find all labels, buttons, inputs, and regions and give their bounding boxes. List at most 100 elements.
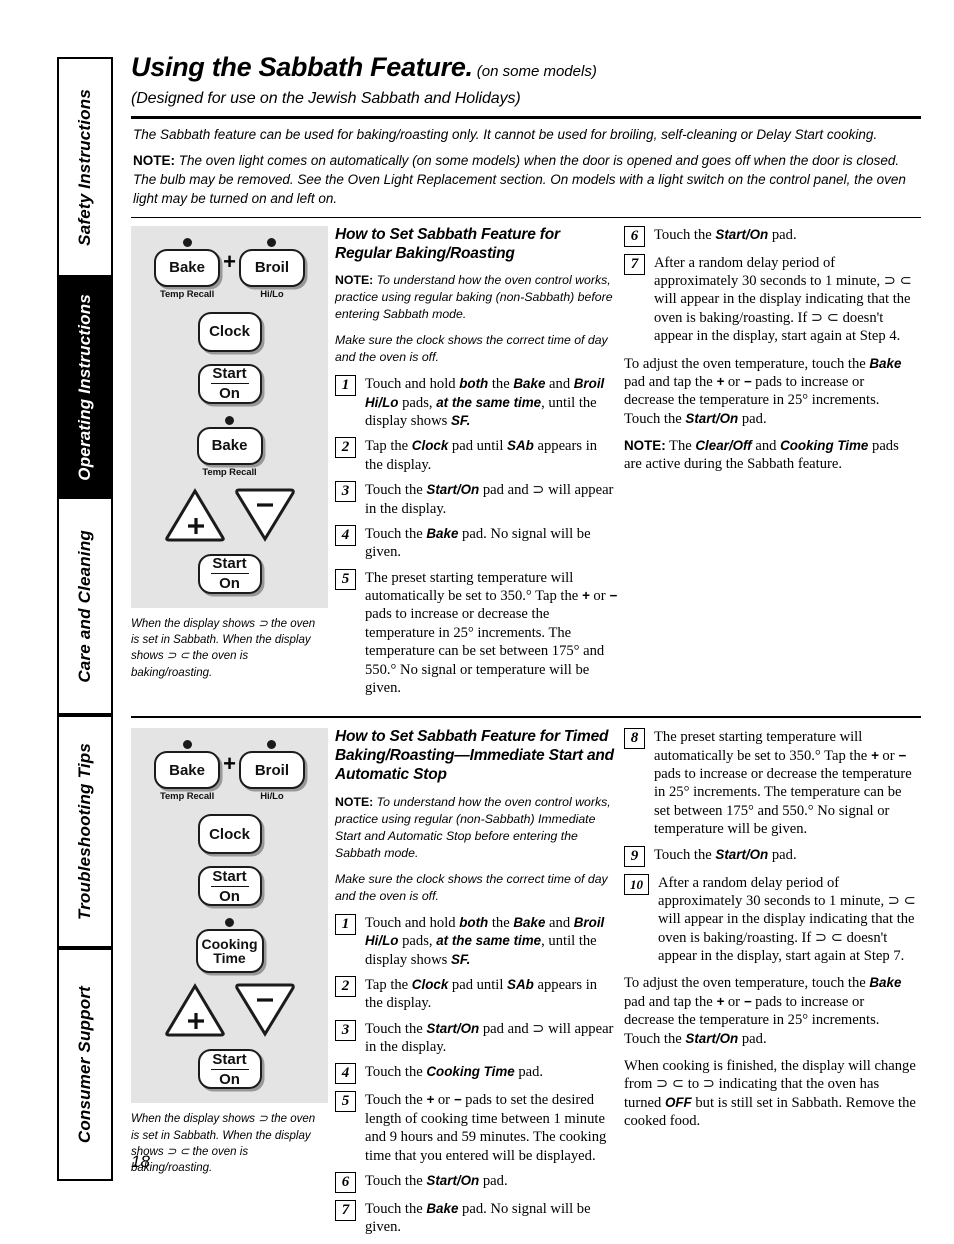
- step-text: The preset starting temperature will aut…: [365, 569, 618, 696]
- section1-paragraph-2: NOTE: The Clear/Off and Cooking Time pad…: [624, 438, 899, 473]
- keypad-caption: When the display shows ⊃ the oven is set…: [131, 617, 316, 679]
- clock-key[interactable]: Clock: [197, 311, 262, 352]
- bake-key-label: Bake: [169, 259, 205, 277]
- minus-pad-key[interactable]: [234, 983, 296, 1038]
- broil-key-label: Broil: [254, 259, 289, 277]
- bake-key[interactable]: Bake: [154, 751, 221, 790]
- cooking-time-key[interactable]: Cooking Time: [195, 929, 264, 974]
- broil-key[interactable]: Broil: [238, 751, 305, 790]
- step-text: After a random delay period of approxima…: [654, 254, 912, 345]
- broil-key-group: Broil Hi/Lo: [238, 740, 305, 803]
- step-item: 1 Touch and hold both the Bake and Broil …: [335, 913, 618, 969]
- keypad-row-start-on-b: Start On: [131, 1049, 328, 1090]
- step-text: Touch and hold both the Bake and Broil H…: [365, 914, 605, 968]
- step-text: Touch the Start/On pad.: [654, 226, 797, 243]
- start-on-key-2[interactable]: Start On: [197, 553, 262, 594]
- start-on-key[interactable]: Start On: [197, 866, 262, 907]
- broil-key[interactable]: Broil: [238, 248, 305, 287]
- sidebar-item-troubleshooting-tips[interactable]: Troubleshooting Tips: [57, 715, 113, 948]
- broil-key-sublabel: Hi/Lo: [260, 791, 284, 803]
- keypad-row-bake2: Bake Temp Recall: [131, 415, 328, 478]
- keypad-panel: Bake Temp Recall + Broil Hi/Lo Clock Sta…: [131, 225, 328, 608]
- step-item: 6 Touch the Start/On pad.: [624, 225, 918, 247]
- clock-key[interactable]: Clock: [197, 814, 262, 855]
- note-label: NOTE:: [133, 153, 175, 169]
- cooking-key-label-line1: Cooking: [201, 935, 258, 952]
- bake-key-group: Bake Temp Recall: [154, 740, 221, 803]
- on-key-label: On: [219, 887, 240, 905]
- step-number: 8: [624, 728, 645, 750]
- step-number: 9: [624, 845, 645, 867]
- step-text: Touch the Cooking Time pad.: [365, 1064, 544, 1081]
- triangle-down-icon: [234, 488, 295, 542]
- section-regular-baking: Bake Temp Recall + Broil Hi/Lo Clock Sta…: [131, 225, 921, 705]
- keypad-row-clock: Clock: [131, 814, 328, 855]
- step-number: 7: [624, 253, 645, 275]
- section1-steps-right: 6 Touch the Start/On pad. 7 After a random …: [624, 225, 918, 346]
- step-item: 4 Touch the Cooking Time pad.: [335, 1063, 618, 1085]
- step-item: 10 After a random delay period of approxi…: [624, 873, 918, 966]
- keypad-row-cooking-time: Cooking Time: [131, 918, 328, 974]
- start-key-label: Start: [212, 365, 247, 383]
- cooking-key-label-line2: Time: [213, 950, 246, 967]
- bake2-key[interactable]: Bake: [196, 426, 263, 465]
- step-number: 1: [335, 913, 356, 935]
- keypad-row-plus-minus: [131, 983, 328, 1038]
- minus-pad-key[interactable]: [234, 488, 296, 542]
- section1-middle-column: How to Set Sabbath Feature for Regular B…: [328, 226, 618, 705]
- start-on-key-2[interactable]: Start On: [197, 1049, 262, 1090]
- step-text: Tap the Clock pad until SAb appears in t…: [365, 438, 598, 473]
- clock-key-label: Clock: [209, 825, 250, 843]
- sidebar-item-consumer-support[interactable]: Consumer Support: [57, 948, 113, 1181]
- bake-key[interactable]: Bake: [154, 248, 221, 287]
- step-number: 7: [335, 1199, 356, 1221]
- step-text: After a random delay period of approxima…: [658, 874, 916, 965]
- start-key-label: Start: [212, 1050, 247, 1068]
- section1-note: NOTE: To understand how the oven control…: [335, 272, 618, 323]
- clock-key-label: Clock: [209, 323, 250, 341]
- start-key-label: Start: [212, 555, 247, 573]
- step-item: 2 Tap the Clock pad until SAb appears in …: [335, 437, 618, 474]
- keypad-row-start-on-b: Start On: [131, 553, 328, 594]
- key-divider: [210, 885, 249, 887]
- step-item: 3 Touch the Start/On pad and ⊃ will appea…: [335, 481, 618, 518]
- indicator-dot-icon: [182, 740, 192, 750]
- step-item: 3 Touch the Start/On pad and ⊃ will appea…: [335, 1019, 618, 1057]
- sidebar-tabs: Safety Instructions Operating Instructio…: [57, 57, 113, 1181]
- plus-pad-key[interactable]: [164, 983, 226, 1037]
- note-text: To understand how the oven control works…: [335, 273, 613, 322]
- section2-paragraph-1: To adjust the oven temperature, touch th…: [624, 975, 902, 1047]
- section1-heading: How to Set Sabbath Feature for Regular B…: [335, 225, 560, 262]
- sidebar-item-safety-instructions[interactable]: Safety Instructions: [57, 57, 113, 277]
- plus-separator: +: [223, 248, 236, 274]
- bake-key-sublabel: Temp Recall: [159, 288, 215, 300]
- step-number: 2: [335, 975, 356, 997]
- step-number: 2: [335, 437, 356, 459]
- sidebar-item-label: Safety Instructions: [75, 88, 94, 246]
- step-number: 5: [335, 568, 356, 590]
- sidebar-item-care-and-cleaning[interactable]: Care and Cleaning: [57, 497, 113, 715]
- page-subtitle: (Designed for use on the Jewish Sabbath …: [131, 90, 521, 107]
- key-divider: [210, 1068, 249, 1070]
- step-text: Touch and hold both the Bake and Broil H…: [365, 376, 605, 430]
- bake-key-sublabel: Temp Recall: [159, 791, 215, 803]
- step-text: Touch the Bake pad. No signal will be gi…: [365, 1200, 591, 1236]
- step-item: 5 The preset starting temperature will au…: [335, 568, 618, 698]
- keypad-caption: When the display shows ⊃ the oven is set…: [131, 1113, 316, 1175]
- keypad-diagram-2: Bake Temp Recall + Broil Hi/Lo Clock Sta…: [131, 728, 328, 1243]
- start-key-label: Start: [212, 867, 247, 885]
- indicator-dot-icon: [225, 918, 234, 928]
- cooking-time-key-group: Cooking Time: [195, 918, 264, 974]
- note-label: NOTE:: [335, 795, 374, 809]
- plus-pad-key[interactable]: [164, 487, 226, 542]
- bake2-key-sublabel: Temp Recall: [202, 466, 257, 478]
- step-number: 4: [335, 1063, 356, 1085]
- start-on-key[interactable]: Start On: [197, 363, 262, 404]
- step-text: Touch the Bake pad. No signal will be gi…: [365, 525, 591, 561]
- step-item: 9 Touch the Start/On pad.: [624, 845, 918, 867]
- triangle-up-icon: [164, 983, 225, 1037]
- step-number: 6: [335, 1171, 356, 1193]
- intro-line-1: The Sabbath feature can be used for baki…: [133, 127, 878, 142]
- section1-note-2: Make sure the clock shows the correct ti…: [335, 333, 608, 365]
- sidebar-item-operating-instructions[interactable]: Operating Instructions: [57, 277, 113, 497]
